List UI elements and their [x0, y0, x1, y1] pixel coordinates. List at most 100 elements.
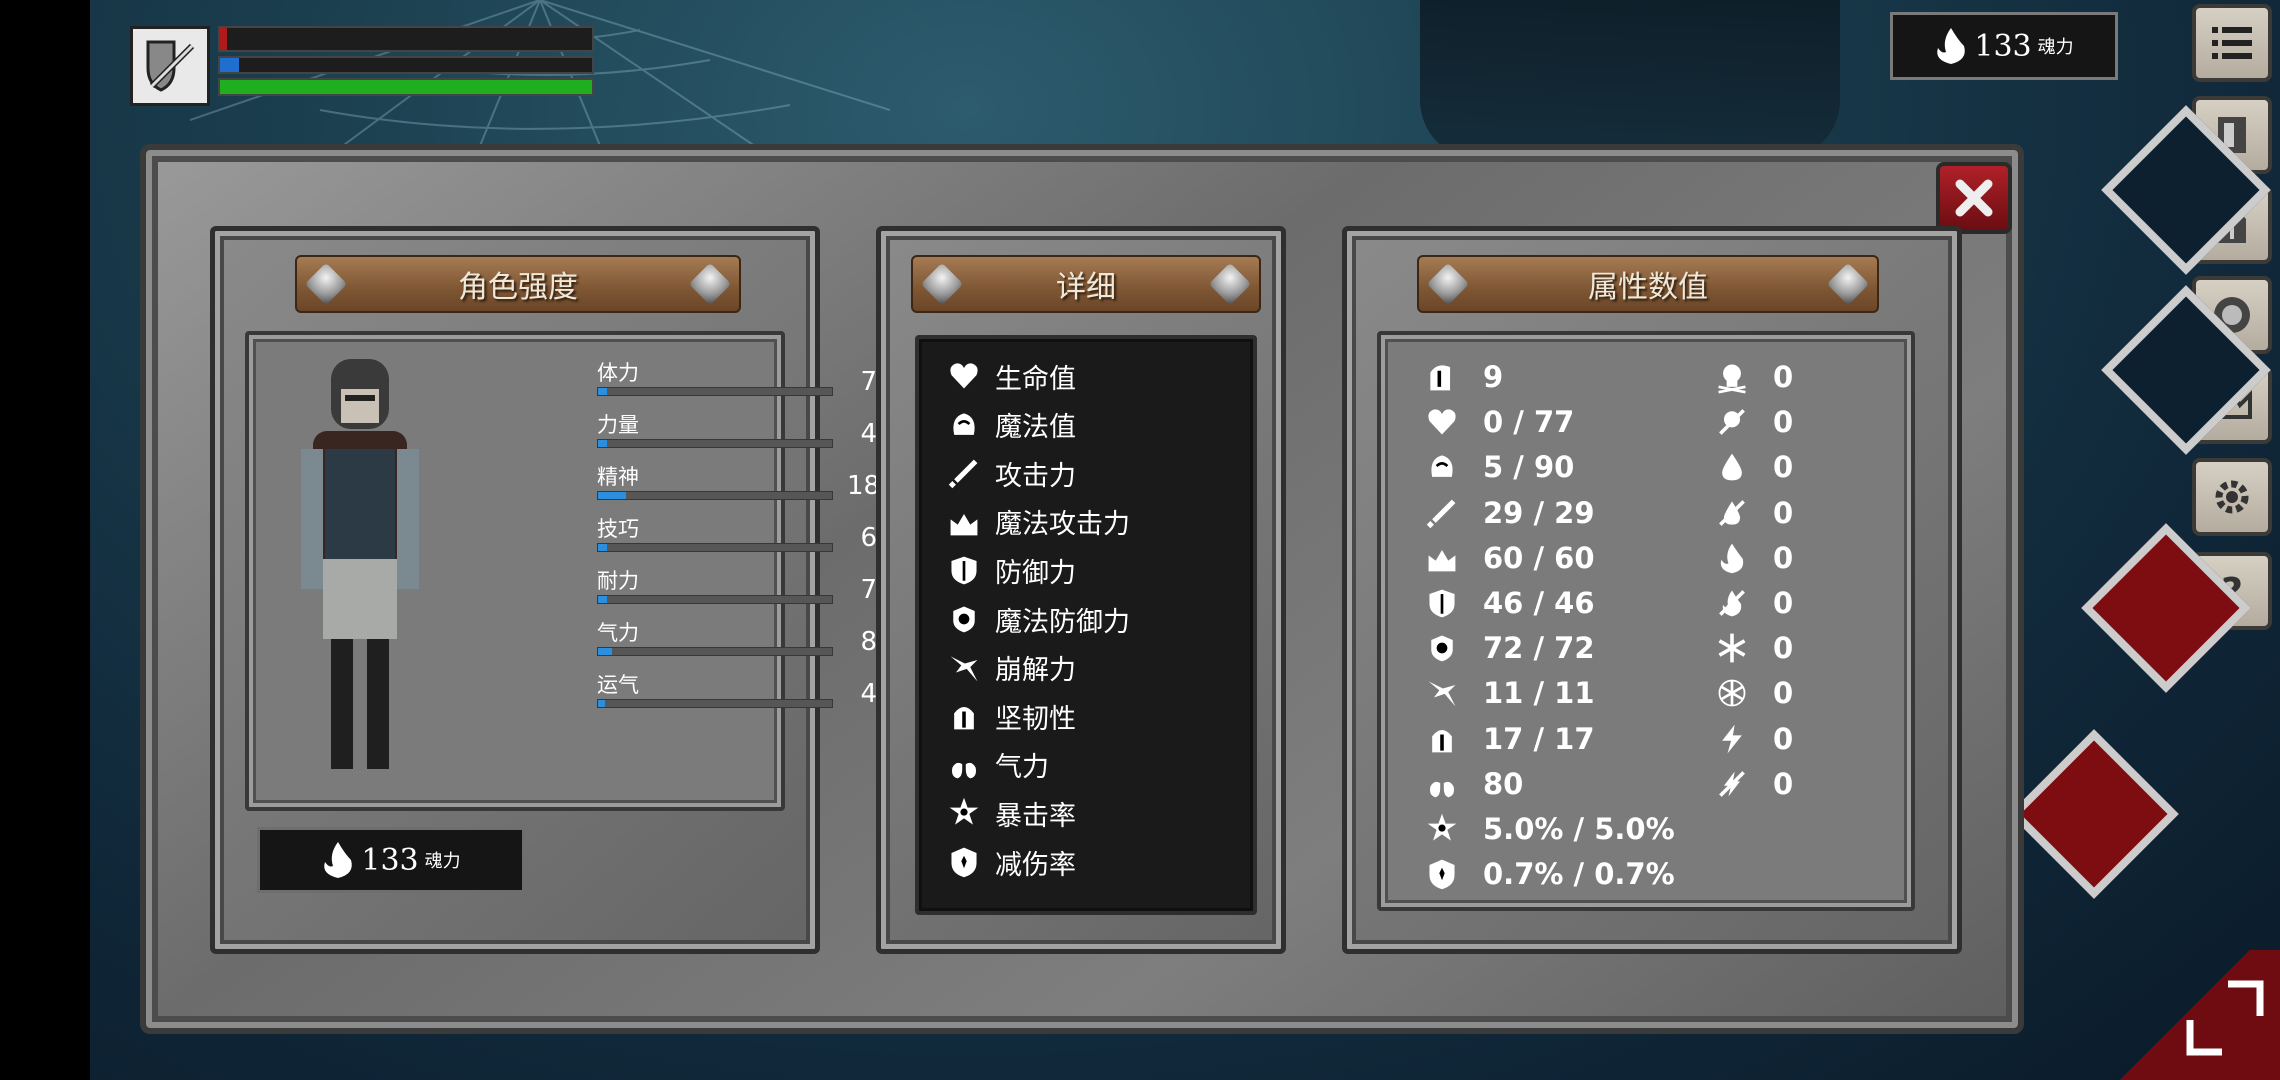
stat-label: 气力 — [597, 621, 639, 645]
soul-value: 133 — [1974, 28, 2032, 64]
detail-item[interactable]: 减伤率 — [945, 839, 1076, 885]
detail-item[interactable]: 魔法值 — [945, 402, 1076, 448]
attribute-value: 0 / 77 — [1483, 405, 1575, 440]
skull-resist-icon — [1713, 403, 1751, 441]
attribute-value: 5.0% / 5.0% — [1483, 812, 1675, 846]
stat-bar-fill — [598, 492, 627, 499]
resistance-value: 0 — [1773, 495, 1794, 530]
blood-drop-icon — [1713, 448, 1751, 486]
hooded-figure-background — [1420, 0, 1840, 160]
detail-item-label: 魔法防御力 — [995, 606, 1130, 638]
fullscreen-icon — [2186, 980, 2264, 1056]
stud-decoration — [688, 262, 732, 306]
lungs-icon — [945, 746, 983, 784]
magic-shield-icon — [945, 600, 983, 638]
flame-icon — [324, 842, 353, 878]
character-panel: 角色强度 体力 7 力量 4 精神 18 技巧 6 耐力 7 气力 8 运气 4 133 魂力 — [210, 226, 880, 954]
attribute-row: 5 / 90 — [1423, 445, 1574, 489]
detail-panel-header: 详细 — [911, 255, 1261, 313]
stud-decoration — [920, 262, 964, 306]
attributes-panel-header: 属性数值 — [1417, 255, 1879, 313]
mana-head-icon — [945, 406, 983, 444]
stat-bar-fill — [598, 596, 608, 603]
close-button[interactable] — [1936, 162, 2012, 234]
attribute-value: 46 / 46 — [1483, 586, 1595, 620]
lightning-resist-icon — [1713, 765, 1751, 803]
stat-value: 6 — [860, 523, 877, 553]
detail-item[interactable]: 防御力 — [945, 547, 1076, 593]
equipped-weapon-portrait[interactable] — [130, 26, 210, 106]
stat-row: 气力 8 — [597, 617, 877, 669]
detail-item[interactable]: 坚韧性 — [945, 693, 1076, 739]
resistance-value: 0 — [1773, 586, 1794, 620]
heart-icon — [1423, 403, 1461, 441]
attribute-row: 11 / 11 — [1423, 671, 1595, 715]
character-soul-display: 133 魂力 — [257, 827, 525, 893]
detail-panel: 详细 生命值魔法值攻击力 魔法攻击力防御力魔法防御力崩解力坚韧性气力 暴击率 减伤率 — [876, 226, 1286, 954]
resistance-value: 0 — [1773, 721, 1794, 756]
detail-item[interactable]: 崩解力 — [945, 645, 1076, 691]
character-panel-title: 角色强度 — [458, 270, 578, 305]
resistance-row: 0 — [1713, 626, 1793, 670]
stat-row: 力量 4 — [597, 409, 877, 461]
stat-bar-fill — [598, 388, 608, 395]
expand-corner-button[interactable] — [2090, 950, 2280, 1080]
stud-decoration — [304, 262, 348, 306]
stat-bar-fill — [598, 700, 606, 707]
attribute-row: 80 — [1423, 762, 1523, 806]
soul-label: 魂力 — [2037, 37, 2074, 57]
resistance-row: 0 — [1713, 762, 1793, 806]
helmet-icon — [1423, 720, 1461, 758]
stud-decoration — [1426, 262, 1470, 306]
stat-bar-fill — [598, 544, 608, 551]
stat-bar-fill — [598, 648, 613, 655]
shield-icon — [945, 551, 983, 589]
fire-resist-icon — [1713, 584, 1751, 622]
attribute-value: 60 / 60 — [1483, 540, 1595, 575]
skull-icon — [1713, 358, 1751, 396]
stat-bar — [597, 595, 833, 604]
fire-icon — [1713, 539, 1751, 577]
stat-label: 耐力 — [597, 569, 639, 593]
mana-head-icon — [1423, 448, 1461, 486]
stat-row: 精神 18 — [597, 461, 881, 513]
stat-value: 4 — [860, 679, 877, 709]
detail-item[interactable]: 魔法攻击力 — [945, 499, 1130, 545]
stat-value: 4 — [860, 419, 877, 449]
main-menu-button[interactable] — [2192, 4, 2272, 82]
stat-bar — [597, 387, 833, 396]
detail-item-label: 生命值 — [995, 363, 1076, 395]
sword-icon — [945, 454, 983, 492]
detail-item-label: 防御力 — [995, 557, 1076, 589]
detail-item[interactable]: 生命值 — [945, 353, 1076, 399]
damage-reduce-icon — [1423, 855, 1461, 893]
soul-currency-display: 133 魂力 — [1890, 12, 2118, 80]
stat-row: 体力 7 — [597, 357, 877, 409]
stat-label: 技巧 — [597, 517, 639, 541]
detail-item[interactable]: 魔法防御力 — [945, 596, 1130, 642]
lungs-icon — [1423, 765, 1461, 803]
helmet-side-icon — [1423, 358, 1461, 396]
attribute-value: 9 — [1483, 360, 1504, 394]
detail-item[interactable]: 攻击力 — [945, 450, 1076, 496]
attribute-value: 11 / 11 — [1483, 676, 1595, 711]
attribute-row: 29 / 29 — [1423, 491, 1595, 535]
sword-icon — [1423, 494, 1461, 532]
detail-item[interactable]: 气力 — [945, 742, 1049, 788]
resistance-value: 0 — [1773, 360, 1794, 394]
stat-bar-fill — [598, 440, 608, 447]
detail-item[interactable]: 暴击率 — [945, 790, 1076, 836]
stud-decoration — [1826, 262, 1870, 306]
detail-item-label: 魔法值 — [995, 412, 1076, 444]
attributes-panel-title: 属性数值 — [1588, 270, 1708, 305]
detail-item-label: 坚韧性 — [995, 703, 1076, 735]
stat-value: 18 — [847, 471, 881, 501]
attribute-row: 60 / 60 — [1423, 536, 1595, 580]
character-soul-label: 魂力 — [424, 851, 461, 871]
settings-button[interactable] — [2192, 458, 2272, 536]
helmet-icon — [945, 697, 983, 735]
gear-icon — [2215, 480, 2249, 514]
resistance-value: 0 — [1773, 676, 1794, 711]
resistance-row: 0 — [1713, 671, 1793, 715]
stat-label: 体力 — [597, 361, 639, 385]
